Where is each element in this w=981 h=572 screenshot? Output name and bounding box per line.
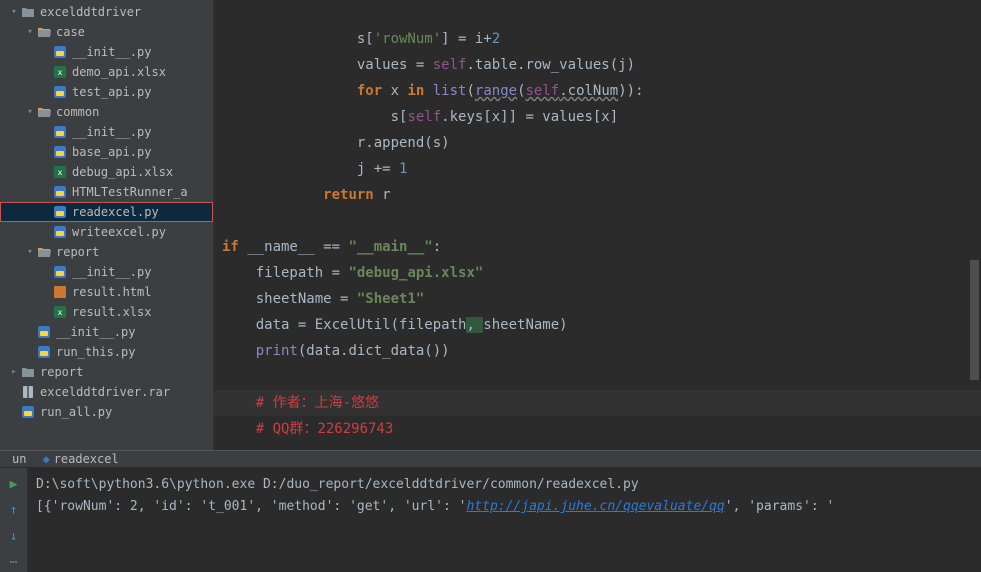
tree-label: base_api.py	[72, 145, 151, 159]
console-tabs[interactable]: un ◆ readexcel	[0, 451, 981, 468]
tree-label: __init__.py	[56, 325, 135, 339]
tree-item-htmltestrunner-a[interactable]: HTMLTestRunner_a	[0, 182, 213, 202]
tree-item---init---py[interactable]: __init__.py	[0, 262, 213, 282]
python-icon: ◆	[42, 452, 49, 466]
tree-item-debug-api-xlsx[interactable]: x debug_api.xlsx	[0, 162, 213, 182]
tree-item-result-html[interactable]: result.html	[0, 282, 213, 302]
py-icon	[52, 84, 68, 100]
folder-open-icon	[36, 244, 52, 260]
tree-item-common[interactable]: ▾ common	[0, 102, 213, 122]
svg-text:x: x	[58, 68, 63, 77]
scroll-down-button[interactable]: ↓	[4, 526, 24, 546]
tab-un[interactable]: un	[4, 452, 34, 466]
tree-label: common	[56, 105, 99, 119]
folder-open-icon	[36, 104, 52, 120]
html-icon	[52, 284, 68, 300]
folder-icon	[20, 4, 36, 20]
tree-label: report	[56, 245, 99, 259]
tree-label: result.html	[72, 285, 151, 299]
rerun-button[interactable]: ▶	[4, 474, 24, 494]
py-icon	[52, 44, 68, 60]
tree-item---init---py[interactable]: __init__.py	[0, 42, 213, 62]
tree-label: result.xlsx	[72, 305, 151, 319]
tree-item-run-this-py[interactable]: run_this.py	[0, 342, 213, 362]
tree-item-result-xlsx[interactable]: x result.xlsx	[0, 302, 213, 322]
py-icon	[52, 204, 68, 220]
tree-item-test-api-py[interactable]: test_api.py	[0, 82, 213, 102]
console-gutter: ▶ ↑ ↓ ⋯	[0, 468, 28, 572]
xlsx-icon: x	[52, 64, 68, 80]
tree-arrow-icon[interactable]: ▾	[24, 27, 36, 37]
py-icon	[52, 264, 68, 280]
py-icon	[52, 224, 68, 240]
tree-arrow-icon[interactable]: ▸	[8, 367, 20, 377]
tree-item-report[interactable]: ▸ report	[0, 362, 213, 382]
tree-arrow-icon[interactable]: ▾	[24, 107, 36, 117]
tree-label: test_api.py	[72, 85, 151, 99]
tree-item-report[interactable]: ▾ report	[0, 242, 213, 262]
tree-item-run-all-py[interactable]: run_all.py	[0, 402, 213, 422]
svg-text:x: x	[58, 168, 63, 177]
tree-item-base-api-py[interactable]: base_api.py	[0, 142, 213, 162]
tree-arrow-icon[interactable]: ▾	[24, 247, 36, 257]
code-content: s['rowNum'] = i+2 values = self.table.ro…	[222, 0, 981, 450]
editor-scrollbar[interactable]	[969, 0, 980, 450]
xlsx-icon: x	[52, 164, 68, 180]
project-tree[interactable]: ▾excelddtdriver▾case__init__.pyxdemo_api…	[0, 0, 214, 450]
tree-item-excelddtdriver-rar[interactable]: excelddtdriver.rar	[0, 382, 213, 402]
tree-label: excelddtdriver.rar	[40, 385, 170, 399]
folder-open-icon	[36, 24, 52, 40]
py-icon	[52, 124, 68, 140]
tree-item-case[interactable]: ▾ case	[0, 22, 213, 42]
py-icon	[36, 344, 52, 360]
tree-label: __init__.py	[72, 265, 151, 279]
py-icon	[52, 144, 68, 160]
url-link[interactable]: http://japi.juhe.cn/qqevaluate/qq	[466, 499, 724, 514]
tree-label: excelddtdriver	[40, 5, 141, 19]
tree-label: demo_api.xlsx	[72, 65, 166, 79]
tree-item-writeexcel-py[interactable]: writeexcel.py	[0, 222, 213, 242]
tree-label: debug_api.xlsx	[72, 165, 173, 179]
tree-label: run_all.py	[40, 405, 112, 419]
console-output[interactable]: D:\soft\python3.6\python.exe D:/duo_repo…	[28, 468, 981, 572]
tree-label: readexcel.py	[72, 205, 159, 219]
tree-label: __init__.py	[72, 125, 151, 139]
run-tool-window: un ◆ readexcel ▶ ↑ ↓ ⋯ D:\soft\python3.6…	[0, 450, 981, 572]
tree-item---init---py[interactable]: __init__.py	[0, 122, 213, 142]
console-result: [{'rowNum': 2, 'id': 't_001', 'method': …	[36, 499, 834, 514]
py-icon	[52, 184, 68, 200]
tree-item-excelddtdriver[interactable]: ▾ excelddtdriver	[0, 2, 213, 22]
tree-item---init---py[interactable]: __init__.py	[0, 322, 213, 342]
tree-arrow-icon[interactable]: ▾	[8, 7, 20, 17]
py-icon	[36, 324, 52, 340]
tree-item-demo-api-xlsx[interactable]: x demo_api.xlsx	[0, 62, 213, 82]
folder-icon	[20, 364, 36, 380]
xlsx-icon: x	[52, 304, 68, 320]
tree-label: writeexcel.py	[72, 225, 166, 239]
tree-label: __init__.py	[72, 45, 151, 59]
tree-label: case	[56, 25, 85, 39]
scroll-up-button[interactable]: ↑	[4, 500, 24, 520]
code-editor[interactable]: s['rowNum'] = i+2 values = self.table.ro…	[214, 0, 981, 450]
py-icon	[20, 404, 36, 420]
tree-label: HTMLTestRunner_a	[72, 185, 188, 199]
rar-icon	[20, 384, 36, 400]
svg-text:x: x	[58, 308, 63, 317]
more-button[interactable]: ⋯	[4, 552, 24, 572]
tree-label: run_this.py	[56, 345, 135, 359]
console-cmd: D:\soft\python3.6\python.exe D:/duo_repo…	[36, 477, 639, 492]
scrollbar-thumb[interactable]	[970, 260, 979, 380]
tree-label: report	[40, 365, 83, 379]
tab-readexcel[interactable]: ◆ readexcel	[34, 452, 126, 466]
tree-item-readexcel-py[interactable]: readexcel.py	[0, 202, 213, 222]
